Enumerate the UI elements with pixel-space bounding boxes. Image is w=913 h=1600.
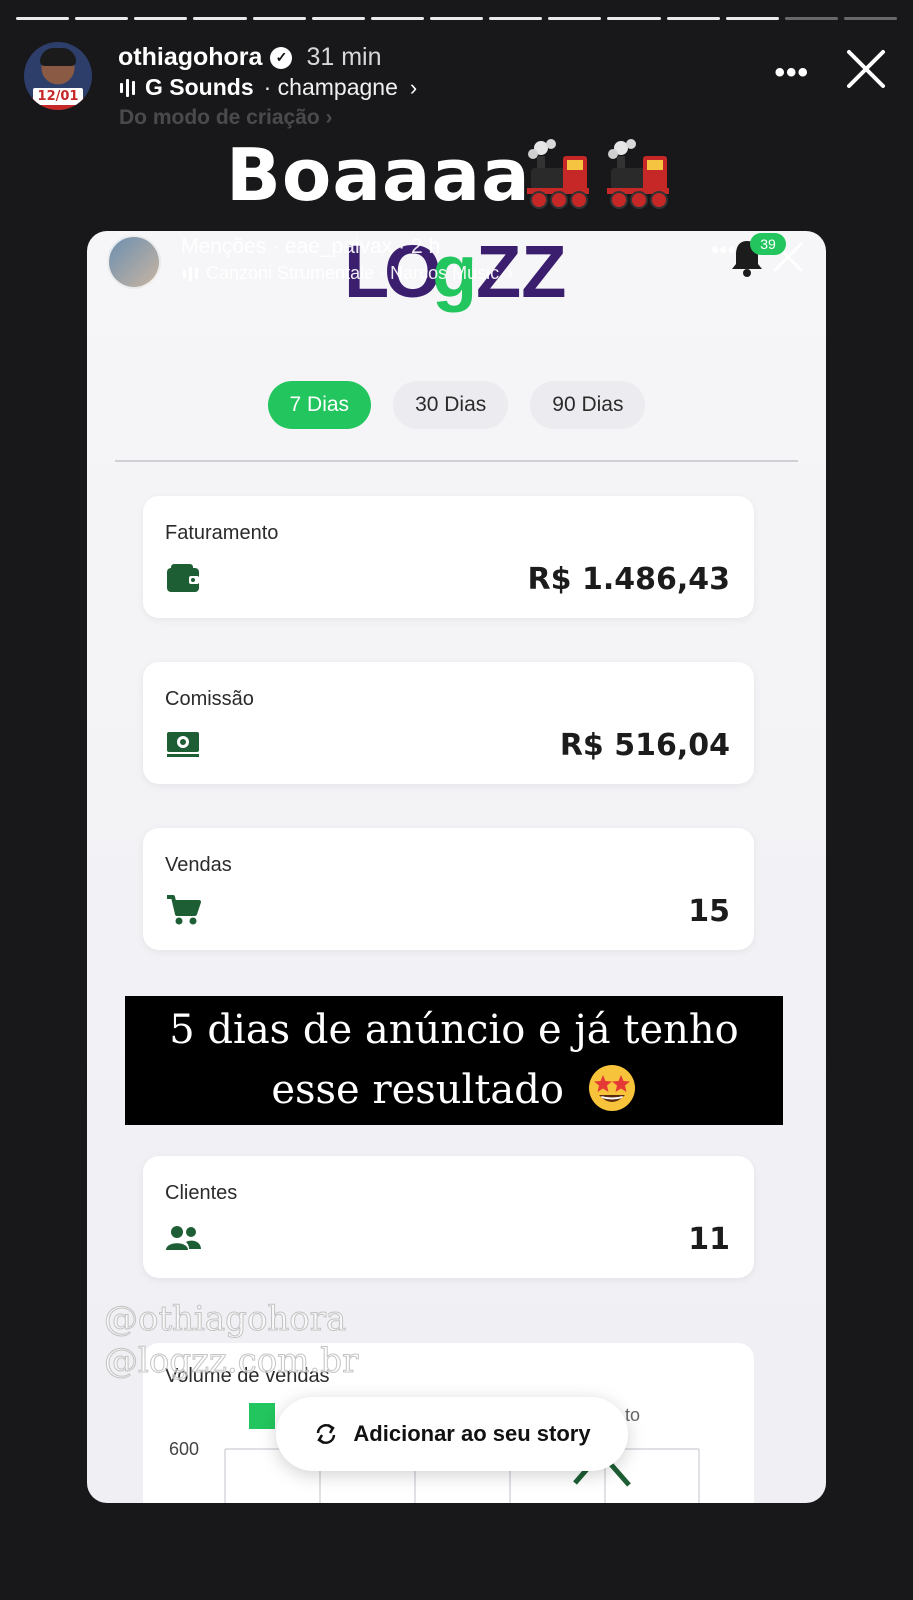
progress-segment [252, 17, 306, 20]
music-bars-icon [120, 78, 135, 97]
mention-watermark: @othiagohora [103, 1299, 347, 1340]
inner-user-line: Menções · eae_paivax · 2 h [181, 235, 441, 258]
star-struck-emoji-icon [588, 1065, 635, 1111]
progress-segment [607, 17, 661, 20]
music-track: · champagne [263, 74, 398, 100]
add-to-story-button[interactable]: Adicionar ao seu story [276, 1397, 628, 1471]
creation-mode-label[interactable]: Do modo de criação › [119, 106, 333, 130]
chevron-right-icon: › [409, 74, 418, 100]
notification-badge: 39 [750, 233, 786, 255]
progress-segment [134, 17, 188, 20]
verified-icon: ✓ [270, 46, 293, 69]
close-icon[interactable] [843, 46, 889, 92]
revenue-value: R$ 1.486,43 [527, 562, 730, 597]
progress-segment [311, 17, 365, 20]
tab-90-days[interactable]: 90 Dias [530, 381, 646, 429]
repost-icon [317, 1423, 336, 1445]
add-to-story-label: Adicionar ao seu story [353, 1421, 591, 1446]
commission-card: Comissão R$ 516,04 [143, 662, 754, 784]
progress-segment [666, 17, 720, 20]
shared-story-card[interactable]: L O g ZZ Menções · eae_paivax · 2 h Canz… [87, 231, 826, 1503]
tab-30-days[interactable]: 30 Dias [393, 381, 509, 429]
progress-segment [16, 17, 70, 20]
more-options-icon[interactable]: ••• [774, 56, 809, 90]
commission-label: Comissão [165, 688, 254, 710]
story-progress-bar [16, 17, 898, 20]
music-info[interactable]: G Sounds · champagne › [120, 74, 417, 101]
locomotive-icon [527, 139, 589, 209]
progress-segment [429, 17, 484, 20]
inner-music-line: Canzoni Strumentale · Narcos Music › [183, 263, 513, 284]
progress-segment [843, 17, 898, 20]
mention-watermark: @logzz.com.br [103, 1341, 359, 1382]
clients-label: Clientes [165, 1182, 238, 1204]
users-icon [166, 1226, 201, 1250]
shared-story-header: Menções · eae_paivax · 2 h Canzoni Strum… [107, 235, 806, 295]
progress-segment [489, 17, 543, 20]
cart-icon [167, 895, 201, 925]
overlay-line-2-row: esse resultado [125, 1060, 783, 1120]
progress-segment [193, 17, 247, 20]
tab-7-days[interactable]: 7 Dias [267, 381, 372, 429]
post-time: 31 min [306, 43, 382, 71]
locomotive-icon [607, 139, 669, 209]
overlay-text-banner: 5 dias de anúncio e já tenho esse result… [125, 996, 783, 1125]
range-tabs: 7 Dias 30 Dias 90 Dias [87, 381, 826, 429]
clients-value: 11 [688, 1222, 730, 1257]
revenue-label: Faturamento [165, 522, 279, 544]
overlay-line-1: 5 dias de anúncio e já tenho [169, 1007, 739, 1053]
music-artist: G Sounds [145, 74, 254, 100]
avatar[interactable]: 12/01 [24, 42, 92, 110]
username[interactable]: othiagohora [118, 43, 262, 72]
progress-segment [548, 17, 602, 20]
wallet-icon [167, 564, 199, 592]
overlay-line-2: esse resultado [271, 1067, 564, 1113]
money-icon [167, 732, 199, 757]
sales-card: Vendas 15 [143, 828, 754, 950]
progress-segment [784, 17, 838, 20]
clients-card: Clientes 11 [143, 1156, 754, 1278]
commission-value: R$ 516,04 [559, 728, 730, 763]
avatar-date-badge: 12/01 [33, 88, 83, 105]
sales-value: 15 [688, 894, 730, 929]
progress-segment [370, 17, 424, 20]
story-caption: Boaaaa [226, 133, 531, 217]
progress-segment [75, 17, 129, 20]
revenue-card: Faturamento R$ 1.486,43 [143, 496, 754, 618]
inner-avatar [107, 235, 161, 289]
divider [115, 460, 798, 462]
progress-segment [725, 17, 779, 20]
sales-label: Vendas [165, 854, 232, 876]
story-header: 12/01 othiagohora ✓ 31 min G Sounds · ch… [24, 40, 889, 110]
